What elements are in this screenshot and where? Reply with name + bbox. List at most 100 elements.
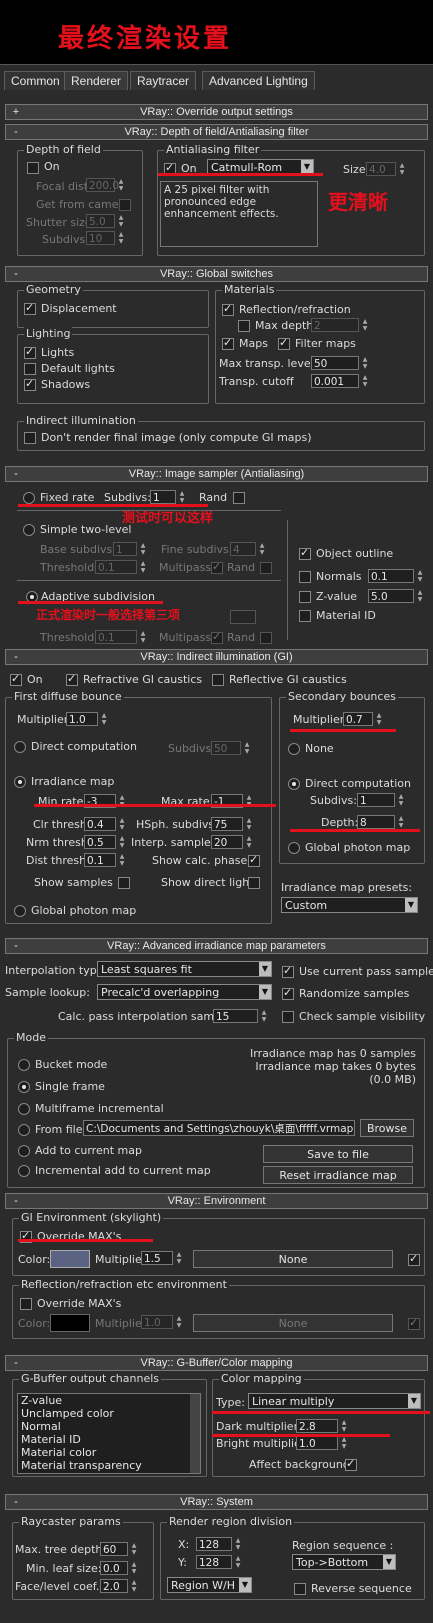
fine-subdivs-input[interactable]: 4 (230, 542, 256, 556)
region-x-input[interactable]: 128 (196, 1537, 232, 1551)
shadows-checkbox[interactable] (24, 377, 36, 391)
max-depth-checkbox[interactable] (238, 320, 250, 332)
refl-override-checkbox[interactable] (20, 1298, 32, 1310)
tab-raytracer[interactable]: Raytracer (130, 71, 197, 90)
interpolation-type-dropdown[interactable]: Least squares fit ▼ (97, 961, 272, 977)
spinner-icon[interactable]: ▲▼ (175, 1315, 183, 1329)
focal-dist-input[interactable]: 200.0 (86, 178, 119, 192)
secondary-depth-input[interactable]: 8 (357, 815, 395, 829)
scrollbar[interactable] (190, 1394, 200, 1473)
adaptive-threshold-input[interactable]: 0.1 (95, 630, 137, 644)
save-to-file-button[interactable]: Save to file (263, 1145, 413, 1163)
region-sequence-dropdown[interactable]: Top->Bottom ▼ (292, 1554, 396, 1570)
interp-samples-input[interactable]: 20 (211, 835, 243, 849)
fixed-rand-checkbox[interactable] (233, 492, 245, 504)
gi-color-swatch[interactable] (50, 1250, 90, 1268)
list-item[interactable]: Unclamped color (18, 1407, 200, 1420)
spinner-icon[interactable]: ▲▼ (397, 815, 405, 829)
irradiance-presets-dropdown[interactable]: Custom ▼ (281, 897, 418, 913)
clr-thresh-input[interactable]: 0.4 (84, 817, 116, 831)
dark-multiplier-input[interactable]: 2.8 (296, 1419, 338, 1433)
rollout-advanced-irradiance[interactable]: - VRay:: Advanced irradiance map paramete… (5, 938, 428, 954)
z-value-input[interactable]: 5.0 (368, 589, 414, 603)
region-y-input[interactable]: 128 (196, 1555, 232, 1569)
from-file-radio[interactable] (18, 1124, 30, 1136)
gi-on-checkbox[interactable] (10, 672, 22, 686)
reflective-caustics-checkbox[interactable] (212, 674, 224, 686)
spinner-icon[interactable]: ▲▼ (130, 1579, 138, 1593)
add-to-current-radio[interactable] (18, 1145, 30, 1157)
secondary-direct-radio[interactable] (288, 778, 300, 790)
single-frame-radio[interactable] (18, 1081, 30, 1093)
sample-lookup-dropdown[interactable]: Precalc'd overlapping ▼ (97, 984, 272, 1000)
rollout-environment[interactable]: - VRay:: Environment (5, 1193, 428, 1209)
gbuffer-channel-list[interactable]: Z-value Unclamped color Normal Material … (17, 1393, 201, 1474)
adaptive-max-input[interactable] (230, 610, 256, 624)
reflection-refraction-checkbox[interactable] (222, 302, 234, 316)
spinner-icon[interactable]: ▲▼ (416, 569, 424, 583)
spinner-icon[interactable]: ▲▼ (340, 1419, 348, 1433)
default-lights-checkbox[interactable] (24, 363, 36, 375)
spinner-icon[interactable]: ▲▼ (375, 712, 383, 726)
list-item[interactable]: Material color (18, 1446, 200, 1459)
primary-direct-radio[interactable] (14, 741, 26, 753)
min-leaf-size-input[interactable]: 0.0 (100, 1561, 128, 1575)
tab-renderer[interactable]: Renderer (64, 71, 129, 90)
spinner-icon[interactable]: ▲▼ (398, 162, 406, 176)
tab-advanced-lighting[interactable]: Advanced Lighting (202, 71, 315, 90)
use-current-pass-checkbox[interactable] (282, 964, 294, 978)
rollout-override-output[interactable]: + VRay:: Override output settings (5, 104, 428, 120)
affect-background-checkbox[interactable] (345, 1457, 357, 1471)
max-depth-input[interactable]: 2 (311, 318, 359, 332)
randomize-samples-checkbox[interactable] (282, 986, 294, 1000)
spinner-icon[interactable]: ▲▼ (117, 231, 125, 245)
calc-pass-samples-input[interactable]: 15 (213, 1009, 258, 1023)
spinner-icon[interactable]: ▲▼ (178, 490, 186, 504)
reverse-sequence-checkbox[interactable] (294, 1583, 306, 1595)
get-from-camera-checkbox[interactable] (119, 199, 131, 211)
refl-env-map-checkbox[interactable] (408, 1316, 420, 1330)
secondary-subdivs-input[interactable]: 1 (357, 793, 395, 807)
spinner-icon[interactable]: ▲▼ (118, 853, 126, 867)
material-id-checkbox[interactable] (299, 610, 311, 622)
spinner-icon[interactable]: ▲▼ (361, 356, 369, 370)
primary-subdivs-input[interactable]: 50 (211, 741, 241, 755)
secondary-multiplier-input[interactable]: 0.7 (343, 712, 373, 726)
spinner-icon[interactable]: ▲▼ (130, 1542, 138, 1556)
show-direct-light-checkbox[interactable] (248, 877, 260, 889)
spinner-icon[interactable]: ▲▼ (361, 374, 369, 388)
spinner-icon[interactable]: ▲▼ (117, 178, 125, 192)
color-mapping-type-dropdown[interactable]: Linear multiply ▼ (248, 1393, 421, 1409)
secondary-photon-radio[interactable] (288, 842, 300, 854)
base-subdivs-input[interactable]: 1 (113, 542, 137, 556)
bright-multiplier-input[interactable]: 1.0 (296, 1436, 338, 1450)
spinner-icon[interactable]: ▲▼ (234, 1555, 242, 1569)
list-item[interactable]: Material ID (18, 1433, 200, 1446)
normals-input[interactable]: 0.1 (368, 569, 414, 583)
adaptive-multipass-checkbox[interactable] (211, 630, 223, 644)
spinner-icon[interactable]: ▲▼ (100, 712, 108, 726)
refl-color-swatch[interactable] (50, 1314, 90, 1332)
primary-multiplier-input[interactable]: 1.0 (66, 712, 98, 726)
transp-cutoff-input[interactable]: 0.001 (311, 374, 359, 388)
gi-env-map-button[interactable]: None (193, 1250, 393, 1268)
spinner-icon[interactable]: ▲▼ (118, 835, 126, 849)
primary-photon-radio[interactable] (14, 905, 26, 917)
spinner-icon[interactable]: ▲▼ (245, 835, 253, 849)
reset-irradiance-map-button[interactable]: Reset irradiance map (263, 1166, 413, 1184)
spinner-icon[interactable]: ▲▼ (260, 1009, 268, 1023)
check-sample-visibility-checkbox[interactable] (282, 1011, 294, 1023)
gi-env-multiplier-input[interactable]: 1.5 (141, 1251, 173, 1265)
multiframe-radio[interactable] (18, 1103, 30, 1115)
filter-maps-checkbox[interactable] (278, 336, 290, 350)
irradiance-map-radio[interactable] (14, 776, 26, 788)
spinner-icon[interactable]: ▲▼ (139, 630, 147, 644)
refl-env-map-button[interactable]: None (193, 1314, 393, 1332)
spinner-icon[interactable]: ▲▼ (243, 741, 251, 755)
secondary-none-radio[interactable] (288, 743, 300, 755)
spinner-icon[interactable]: ▲▼ (340, 1436, 348, 1450)
normals-checkbox[interactable] (299, 571, 311, 583)
adaptive-rand-checkbox[interactable] (260, 632, 272, 644)
spinner-icon[interactable]: ▲▼ (130, 1561, 138, 1575)
rollout-global-switches[interactable]: - VRay:: Global switches (5, 266, 428, 282)
